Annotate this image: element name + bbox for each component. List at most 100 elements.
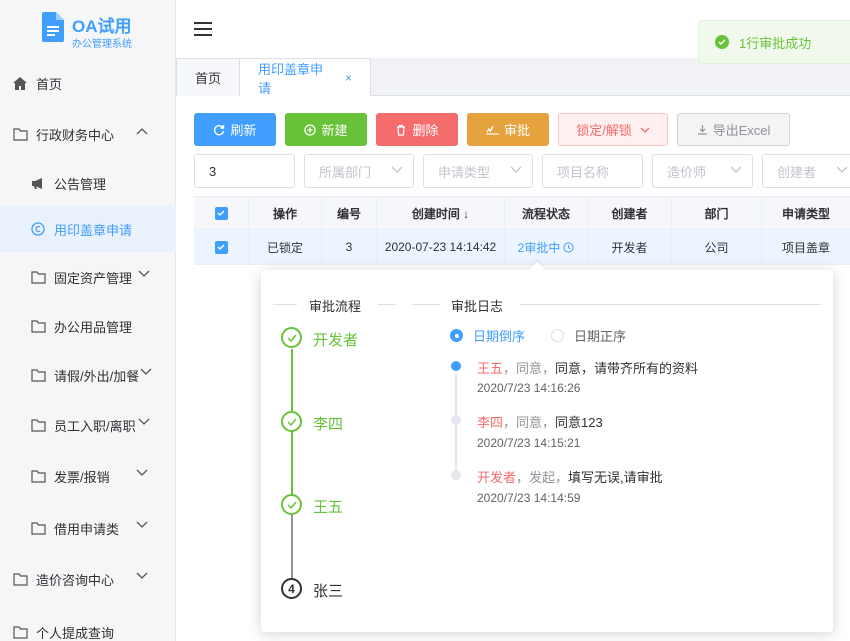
- step-name: 王五: [313, 499, 344, 516]
- lock-label: 锁定/解锁: [576, 123, 632, 138]
- checkbox-checked-icon: [214, 206, 228, 220]
- audit-button[interactable]: 审批: [467, 113, 549, 146]
- menu-toggle-icon[interactable]: [194, 22, 212, 36]
- header: 1行审批成功: [176, 0, 850, 64]
- sidebar-item-borrow[interactable]: 借用申请类: [0, 512, 176, 544]
- sidebar-item-label: 办公用品管理: [54, 319, 133, 335]
- app-subtitle: 办公管理系统: [72, 39, 132, 50]
- cell-status[interactable]: 2审批中: [505, 230, 588, 264]
- sidebar-item-invoice[interactable]: 发票/报销: [0, 460, 176, 492]
- app-title: OA试用: [72, 17, 132, 36]
- col-header-id[interactable]: 编号: [322, 197, 377, 229]
- status-link[interactable]: 2审批中: [518, 239, 561, 256]
- step-check-icon: [281, 494, 302, 515]
- step-check-icon: [281, 411, 302, 432]
- new-label: 新建: [321, 123, 348, 138]
- delete-button[interactable]: 删除: [376, 113, 458, 146]
- checkbox-checked-icon: [214, 240, 228, 254]
- radio-unchecked-icon: [551, 329, 564, 342]
- sort-desc-radio[interactable]: 日期倒序: [450, 326, 525, 345]
- log-entry: 王五，同意，同意，请带齐所有的资料: [477, 358, 698, 377]
- lock-unlock-button[interactable]: 锁定/解锁: [558, 113, 668, 146]
- close-icon[interactable]: ×: [345, 71, 352, 85]
- project-name-input[interactable]: 项目名称: [542, 154, 643, 188]
- approval-popover: 审批流程 审批日志 开发者 李四 王五 4 张三 日期倒序 日期正序 王五，同意…: [261, 261, 833, 632]
- select-all-checkbox[interactable]: [194, 197, 249, 229]
- refresh-button[interactable]: 刷新: [194, 113, 276, 146]
- sidebar-item-office-supplies[interactable]: 办公用品管理: [0, 310, 176, 342]
- tab-home[interactable]: 首页: [176, 58, 240, 96]
- home-icon: [12, 75, 28, 91]
- sidebar-item-label: 员工入职/离职: [54, 418, 136, 434]
- cell-creator: 开发者: [588, 230, 672, 264]
- creator-select[interactable]: 创建者: [762, 154, 850, 188]
- export-excel-button[interactable]: 导出Excel: [677, 113, 790, 146]
- cost-engineer-select[interactable]: 造价师: [652, 154, 753, 188]
- chevron-up-icon: [136, 128, 148, 135]
- sidebar-item-notice[interactable]: 公告管理: [0, 167, 176, 199]
- cell-type: 项目盖章: [781, 240, 830, 255]
- folder-icon: [12, 624, 28, 640]
- flow-title: 审批流程: [309, 299, 362, 314]
- sidebar-item-commission[interactable]: 个人提成查询: [0, 616, 176, 641]
- chevron-down-icon: [136, 469, 148, 476]
- tab-seal-request[interactable]: 用印盖章申请 ×: [239, 58, 371, 97]
- col-header-op[interactable]: 操作: [249, 197, 322, 229]
- project-placeholder: 项目名称: [557, 164, 610, 180]
- megaphone-icon: [30, 175, 46, 191]
- step-name: 张三: [313, 583, 344, 600]
- log-comment: 填写无误,请审批: [568, 470, 663, 485]
- check-circle-icon: [715, 35, 729, 49]
- trash-icon: [397, 124, 406, 136]
- app-logo[interactable]: OA试用 办公管理系统: [42, 12, 172, 50]
- sidebar-item-seal-request[interactable]: 用印盖章申请: [0, 206, 176, 252]
- sidebar-item-home[interactable]: 首页: [0, 67, 176, 99]
- folder-icon: [30, 367, 46, 383]
- sidebar-item-label: 造价咨询中心: [36, 572, 115, 588]
- sidebar-item-cost-consulting[interactable]: 造价咨询中心: [0, 563, 176, 595]
- sidebar-item-label: 个人提成查询: [36, 625, 115, 641]
- download-icon: [697, 125, 707, 135]
- sidebar-item-fixed-assets[interactable]: 固定资产管理: [0, 261, 176, 293]
- col-header-creator[interactable]: 创建者: [588, 197, 672, 229]
- folder-icon: [30, 318, 46, 334]
- folder-icon: [30, 520, 46, 536]
- log-author: 王五: [477, 361, 504, 376]
- clock-icon: [563, 241, 574, 253]
- chevron-down-icon: [836, 166, 848, 173]
- sort-asc-radio[interactable]: 日期正序: [551, 326, 626, 345]
- new-button[interactable]: 新建: [285, 113, 367, 146]
- col-header-dept[interactable]: 部门: [672, 197, 762, 229]
- copyright-icon: [30, 221, 46, 237]
- folder-icon: [30, 468, 46, 484]
- dept-select[interactable]: 所属部门: [304, 154, 414, 188]
- delete-label: 删除: [412, 123, 439, 138]
- divider: [412, 304, 440, 305]
- sidebar-item-label: 首页: [36, 76, 63, 92]
- sort-asc-label: 日期正序: [574, 329, 627, 344]
- apply-type-select[interactable]: 申请类型: [423, 154, 533, 188]
- sidebar-item-leave[interactable]: 请假/外出/加餐: [0, 359, 176, 391]
- audit-label: 审批: [503, 123, 530, 138]
- col-header-status[interactable]: 流程状态: [505, 197, 588, 229]
- row-checkbox[interactable]: [194, 230, 249, 264]
- cost-engineer-placeholder: 造价师: [667, 164, 707, 180]
- col-header-created[interactable]: 创建时间 ↓: [377, 197, 505, 229]
- log-author: 开发者: [477, 470, 517, 485]
- number-filter-input[interactable]: 3: [194, 154, 295, 188]
- log-comment: 同意，请带齐所有的资料: [555, 361, 699, 376]
- folder-icon: [12, 126, 28, 142]
- table-row[interactable]: 已锁定 3 2020-07-23 14:14:42 2审批中 开发者 公司 项目…: [194, 230, 850, 265]
- sidebar-item-label: 用印盖章申请: [54, 222, 133, 238]
- divider: [520, 304, 821, 305]
- folder-icon: [30, 269, 46, 285]
- divider: [378, 304, 396, 305]
- sidebar-item-admin-finance[interactable]: 行政财务中心: [0, 118, 176, 150]
- col-header-type[interactable]: 申请类型: [762, 197, 850, 229]
- chevron-down-icon: [391, 166, 403, 173]
- sidebar-item-onboarding[interactable]: 员工入职/离职: [0, 409, 176, 441]
- cell-created: 2020-07-23 14:14:42: [377, 230, 505, 264]
- log-title: 审批日志: [451, 299, 504, 314]
- sort-desc-label: 日期倒序: [473, 329, 526, 344]
- log-time: 2020/7/23 14:14:59: [477, 491, 581, 505]
